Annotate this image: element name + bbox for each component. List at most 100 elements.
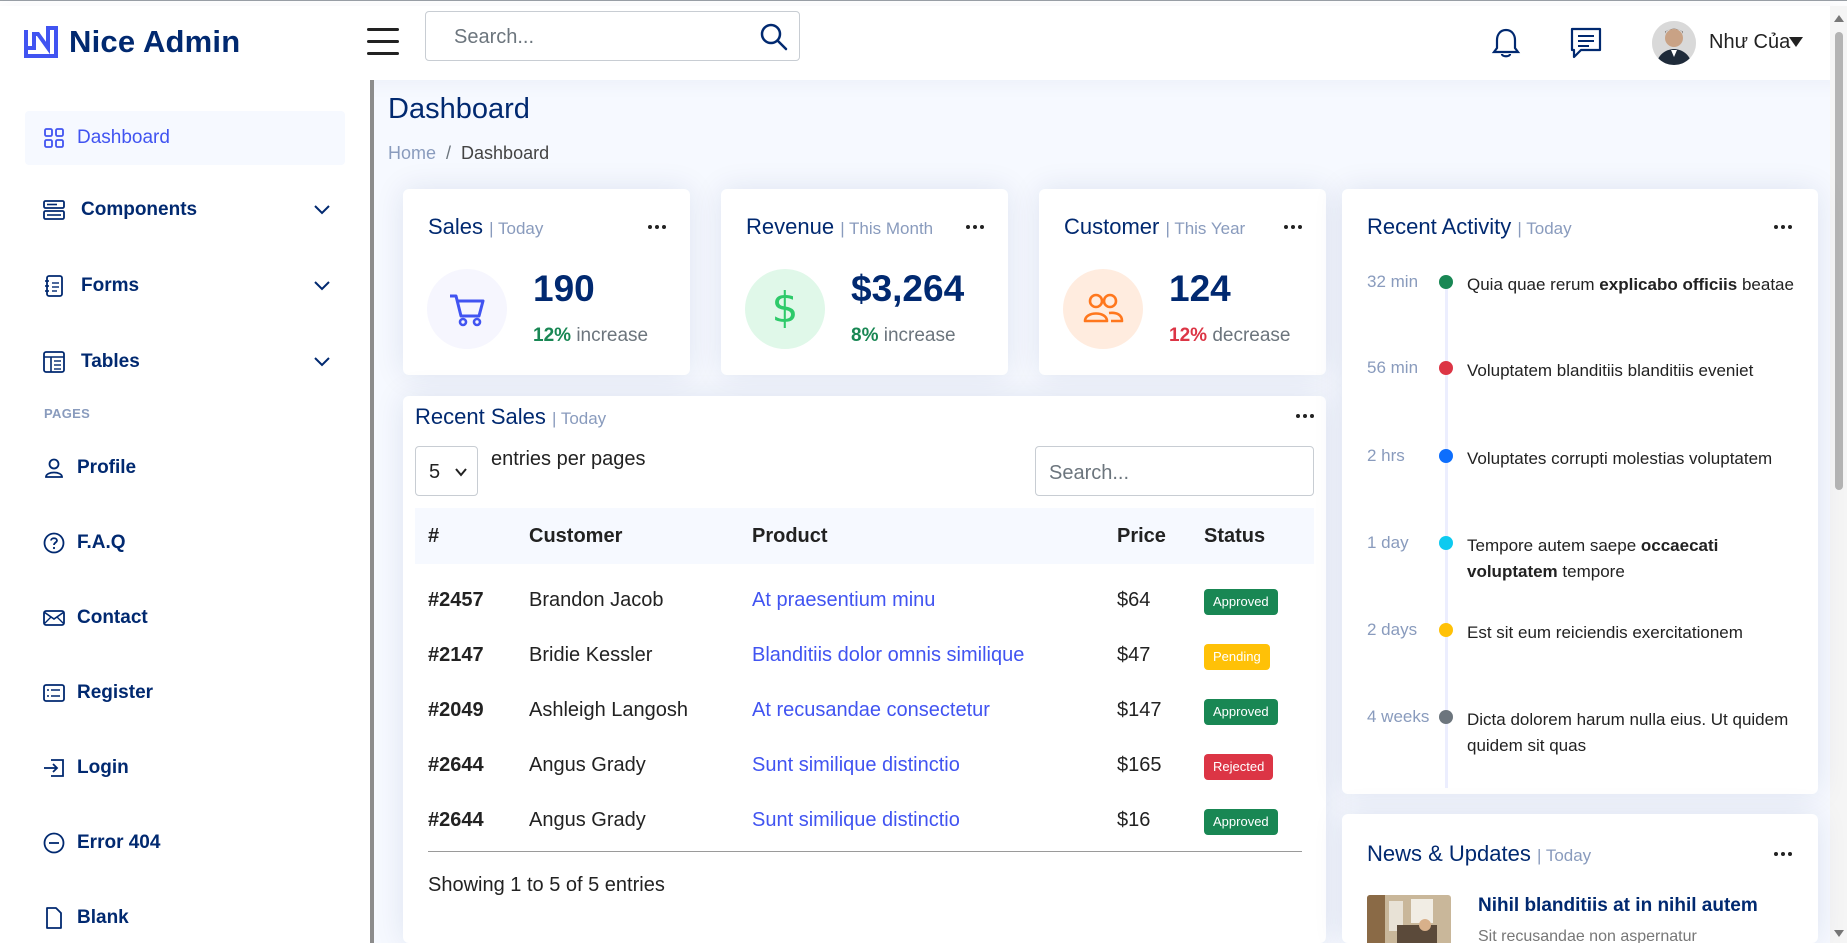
envelope-icon — [43, 610, 65, 626]
cell-customer: Bridie Kessler — [529, 644, 653, 666]
stat-icon-circle — [1063, 269, 1143, 349]
chat-icon[interactable] — [1569, 26, 1603, 60]
sidebar-item-label: Components — [81, 199, 198, 220]
cell-id[interactable]: #2049 — [428, 699, 484, 722]
menu-button-icon — [43, 200, 65, 220]
toggle-sidebar-button[interactable] — [367, 28, 399, 58]
column-header[interactable]: Product — [752, 525, 828, 548]
card-title: Sales | Today — [428, 214, 544, 239]
sidebar-item-contact[interactable]: Contact — [25, 591, 345, 645]
cell-product-link[interactable]: Sunt similique distinctio — [752, 754, 960, 777]
status-badge: Approved — [1204, 809, 1278, 835]
cell-id[interactable]: #2147 — [428, 644, 484, 667]
card-menu-dots-icon[interactable] — [1774, 852, 1792, 856]
status-badge: Approved — [1204, 589, 1278, 615]
page-title: Dashboard — [388, 93, 530, 125]
card-menu-dots-icon[interactable] — [648, 225, 666, 229]
search-icon[interactable] — [759, 22, 789, 52]
sidebar-item-faq[interactable]: F.A.Q — [25, 516, 345, 570]
cell-customer: Angus Grady — [529, 809, 646, 831]
scroll-down-icon[interactable] — [1834, 930, 1844, 937]
column-header[interactable]: Customer — [529, 525, 622, 548]
news-thumbnail[interactable] — [1367, 895, 1451, 943]
stat-icon-circle: $ — [745, 269, 825, 349]
cart-icon — [450, 294, 485, 327]
column-header[interactable]: # — [428, 525, 439, 548]
activity-text: Voluptates corrupti molestias voluptatem — [1467, 449, 1773, 468]
search-input[interactable]: Search... — [454, 26, 534, 49]
box-arrow-in-right-icon — [44, 759, 64, 777]
table-search-input[interactable]: Search... — [1035, 446, 1314, 496]
sidebar-item-login[interactable]: Login — [25, 741, 345, 795]
cell-id[interactable]: #2644 — [428, 809, 484, 832]
card-title: Customer | This Year — [1064, 214, 1246, 239]
sidebar-item-label: Profile — [77, 457, 137, 478]
cell-product-link[interactable]: At praesentium minu — [752, 589, 935, 612]
sidebar-item-components[interactable]: Components — [25, 183, 345, 237]
chevron-down-icon[interactable] — [1789, 37, 1803, 47]
card-menu-dots-icon[interactable] — [966, 225, 984, 229]
activity-time: 1 day — [1367, 533, 1409, 552]
card-list-icon — [43, 684, 65, 702]
activity-dot — [1439, 536, 1453, 550]
cell-customer: Ashleigh Langosh — [529, 699, 689, 721]
entries-per-page-select[interactable]: 5 — [415, 446, 478, 496]
card-menu-dots-icon[interactable] — [1296, 414, 1314, 418]
search-bar[interactable]: Search... — [425, 11, 800, 61]
chevron-down-icon[interactable] — [313, 277, 331, 295]
table-row: #2147 Bridie Kessler Blanditiis dolor om… — [415, 628, 1314, 683]
activity-text: Tempore autem saepe occaecati voluptatem… — [1467, 536, 1719, 581]
cell-price: $165 — [1117, 754, 1162, 776]
file-icon — [46, 907, 62, 929]
cell-price: $147 — [1117, 699, 1162, 721]
cell-product-link[interactable]: Sunt similique distinctio — [752, 809, 960, 832]
page-scrollbar[interactable] — [1830, 6, 1847, 943]
sidebar-item-forms[interactable]: Forms — [25, 259, 345, 313]
layout-text-window-icon — [43, 351, 65, 373]
stat-change: 12% decrease — [1169, 325, 1291, 346]
activity-text: Voluptatem blanditiis blanditiis eveniet — [1467, 361, 1754, 380]
column-header[interactable]: Status — [1204, 525, 1265, 548]
cell-price: $64 — [1117, 589, 1151, 611]
entries-per-page-label: entries per pages — [491, 448, 646, 470]
news-image — [1367, 895, 1451, 943]
activity-time: 2 hrs — [1367, 446, 1405, 465]
card-title: Recent Activity | Today — [1367, 214, 1572, 239]
sidebar-item-label: Register — [77, 682, 154, 703]
scroll-up-icon[interactable] — [1834, 15, 1844, 22]
cell-product-link[interactable]: At recusandae consectetur — [752, 699, 990, 722]
sidebar-item-label: Dashboard — [77, 127, 170, 148]
cell-id[interactable]: #2457 — [428, 589, 484, 612]
revenue-card: Revenue | This Month $ $3,264 8% increas… — [721, 189, 1008, 375]
sidebar-item-dashboard[interactable]: Dashboard — [25, 111, 345, 165]
avatar[interactable] — [1652, 21, 1696, 65]
sidebar-item-error-404[interactable]: Error 404 — [25, 816, 345, 870]
chevron-down-icon[interactable] — [313, 201, 331, 219]
activity-dot — [1439, 710, 1453, 724]
card-period: | Today — [1517, 219, 1572, 238]
cell-customer: Angus Grady — [529, 754, 646, 776]
sidebar-item-register[interactable]: Register — [25, 666, 345, 720]
card-title: News & Updates | Today — [1367, 841, 1592, 866]
breadcrumb-home[interactable]: Home — [388, 143, 436, 163]
sidebar-item-profile[interactable]: Profile — [25, 441, 345, 495]
card-title: Recent Sales | Today — [415, 404, 607, 429]
logo-icon — [24, 26, 58, 58]
sidebar-item-tables[interactable]: Tables — [25, 335, 345, 389]
sidebar-item-blank[interactable]: Blank — [25, 891, 345, 943]
activity-time: 32 min — [1367, 272, 1419, 291]
cell-id[interactable]: #2644 — [428, 754, 484, 777]
activity-dot — [1439, 275, 1453, 289]
cell-product-link[interactable]: Blanditiis dolor omnis similique — [752, 644, 1024, 667]
bell-icon[interactable] — [1489, 26, 1523, 60]
status-badge: Approved — [1204, 699, 1278, 725]
scrollbar-thumb[interactable] — [1835, 32, 1843, 490]
column-header[interactable]: Price — [1117, 525, 1166, 548]
logo[interactable]: Nice Admin — [24, 24, 240, 60]
card-menu-dots-icon[interactable] — [1774, 225, 1792, 229]
chevron-down-icon[interactable] — [313, 353, 331, 371]
user-name[interactable]: Như Của — [1709, 31, 1790, 54]
news-item-title[interactable]: Nihil blanditiis at in nihil autem — [1478, 895, 1758, 917]
header: Nice Admin Search... Như Của — [0, 6, 1847, 80]
card-menu-dots-icon[interactable] — [1284, 225, 1302, 229]
